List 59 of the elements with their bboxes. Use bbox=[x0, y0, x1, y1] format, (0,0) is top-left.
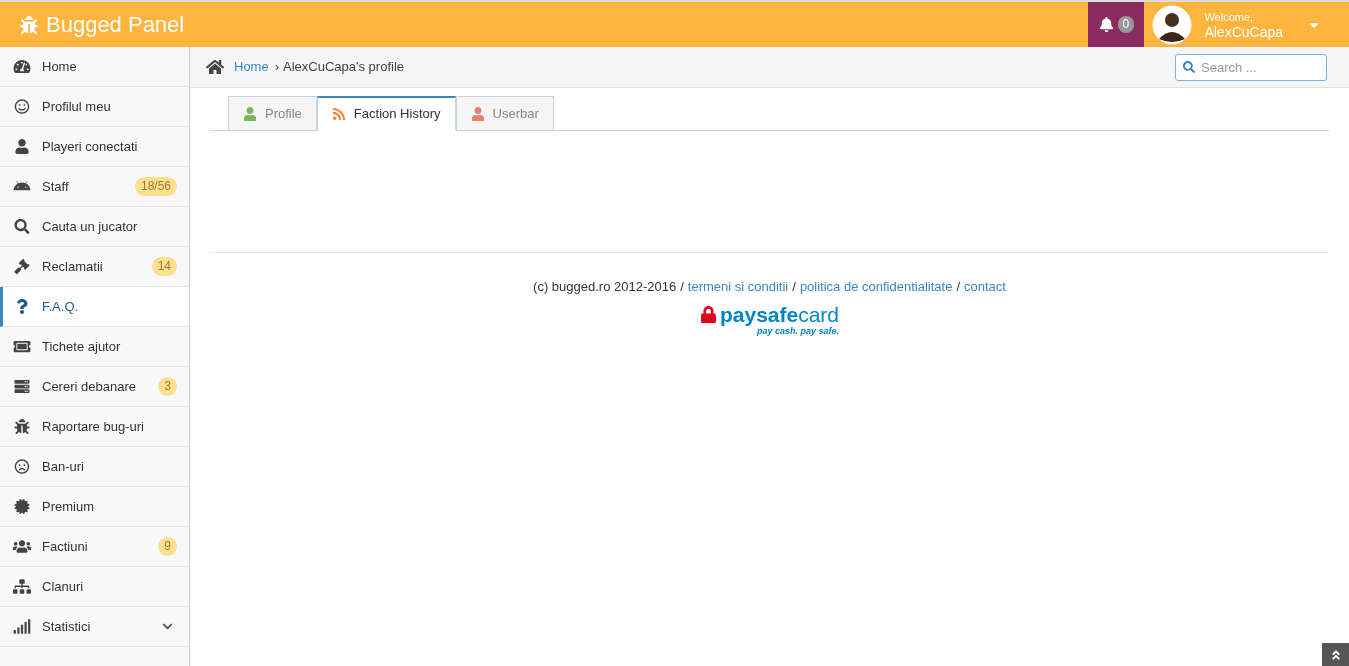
count-badge: 14 bbox=[151, 257, 177, 276]
smiley-icon bbox=[13, 99, 31, 114]
signal-icon bbox=[13, 619, 31, 634]
gavel-icon bbox=[13, 259, 31, 274]
sidebar-item[interactable]: Profilul meu bbox=[0, 87, 189, 127]
bug-icon bbox=[20, 15, 38, 34]
sitemap-icon bbox=[13, 579, 31, 594]
count-badge: 18/56 bbox=[134, 177, 177, 196]
user-icon bbox=[243, 106, 257, 121]
double-chevron-icon bbox=[1329, 648, 1342, 661]
users-icon bbox=[13, 539, 31, 554]
user-icon bbox=[13, 139, 31, 154]
search-field[interactable]: Search ... bbox=[1175, 53, 1327, 81]
separator-text: / bbox=[792, 278, 796, 296]
notification-count: 0 bbox=[1117, 16, 1135, 33]
separator-text: / bbox=[956, 278, 960, 296]
count-badge: 3 bbox=[158, 377, 177, 396]
copyright-text: (c) bugged.ro 2012-2016 bbox=[533, 278, 677, 296]
count-badge: 9 bbox=[158, 537, 177, 556]
sidebar-item[interactable]: Home bbox=[0, 47, 189, 87]
dashboard-icon bbox=[13, 59, 31, 74]
search-icon bbox=[1183, 60, 1195, 73]
separator-text: / bbox=[680, 278, 684, 296]
breadcrumb-current: AlexCuCapa's profile bbox=[283, 58, 406, 77]
sidebar-item[interactable]: Tichete ajutor bbox=[0, 327, 189, 367]
ticket-icon bbox=[13, 339, 31, 354]
footer-link[interactable]: contact bbox=[964, 277, 1006, 297]
tab[interactable]: Faction History bbox=[316, 96, 456, 131]
sidebar-item[interactable]: F.A.Q. bbox=[0, 287, 189, 327]
server-icon bbox=[13, 379, 31, 394]
breadcrumb-link[interactable]: Home bbox=[234, 57, 269, 77]
seal-icon bbox=[13, 499, 31, 514]
search-icon bbox=[13, 219, 31, 234]
avatar[interactable] bbox=[1152, 4, 1193, 45]
home-icon bbox=[206, 58, 224, 76]
welcome-text: Welcome, bbox=[1204, 9, 1255, 25]
frown-icon bbox=[13, 459, 31, 474]
sidebar-item[interactable]: Cereri debanare 3 bbox=[0, 367, 189, 407]
footer-link[interactable]: termeni si conditii bbox=[687, 277, 789, 297]
sidebar-item[interactable]: Staff 18/56 bbox=[0, 167, 189, 207]
app-title: Bugged Panel bbox=[46, 11, 185, 39]
user-icon bbox=[470, 106, 485, 121]
bug-icon bbox=[13, 419, 31, 434]
rss-icon bbox=[331, 107, 346, 121]
sidebar-item[interactable]: Clanuri bbox=[0, 567, 189, 607]
sidebar-item[interactable]: Premium bbox=[0, 487, 189, 527]
sidebar-item[interactable]: Ban-uri bbox=[0, 447, 189, 487]
bell-icon bbox=[1098, 17, 1114, 32]
sidebar-item[interactable]: Statistici bbox=[0, 607, 189, 647]
footer-link[interactable]: politica de confidentialitate bbox=[799, 277, 953, 297]
lock-icon bbox=[699, 306, 717, 323]
paysafecard-logo: paysafecard pay cash. pay safe. bbox=[699, 304, 840, 338]
chevron-icon[interactable] bbox=[162, 621, 173, 632]
sidebar-item[interactable]: Factiuni 9 bbox=[0, 527, 189, 567]
breadcrumb-separator: › bbox=[274, 58, 280, 77]
scroll-top-button[interactable] bbox=[1322, 643, 1349, 666]
sidebar-item[interactable]: Raportare bug-uri bbox=[0, 407, 189, 447]
sidebar-item[interactable]: Playeri conectati bbox=[0, 127, 189, 167]
sidebar-item[interactable]: Cauta un jucator bbox=[0, 207, 189, 247]
